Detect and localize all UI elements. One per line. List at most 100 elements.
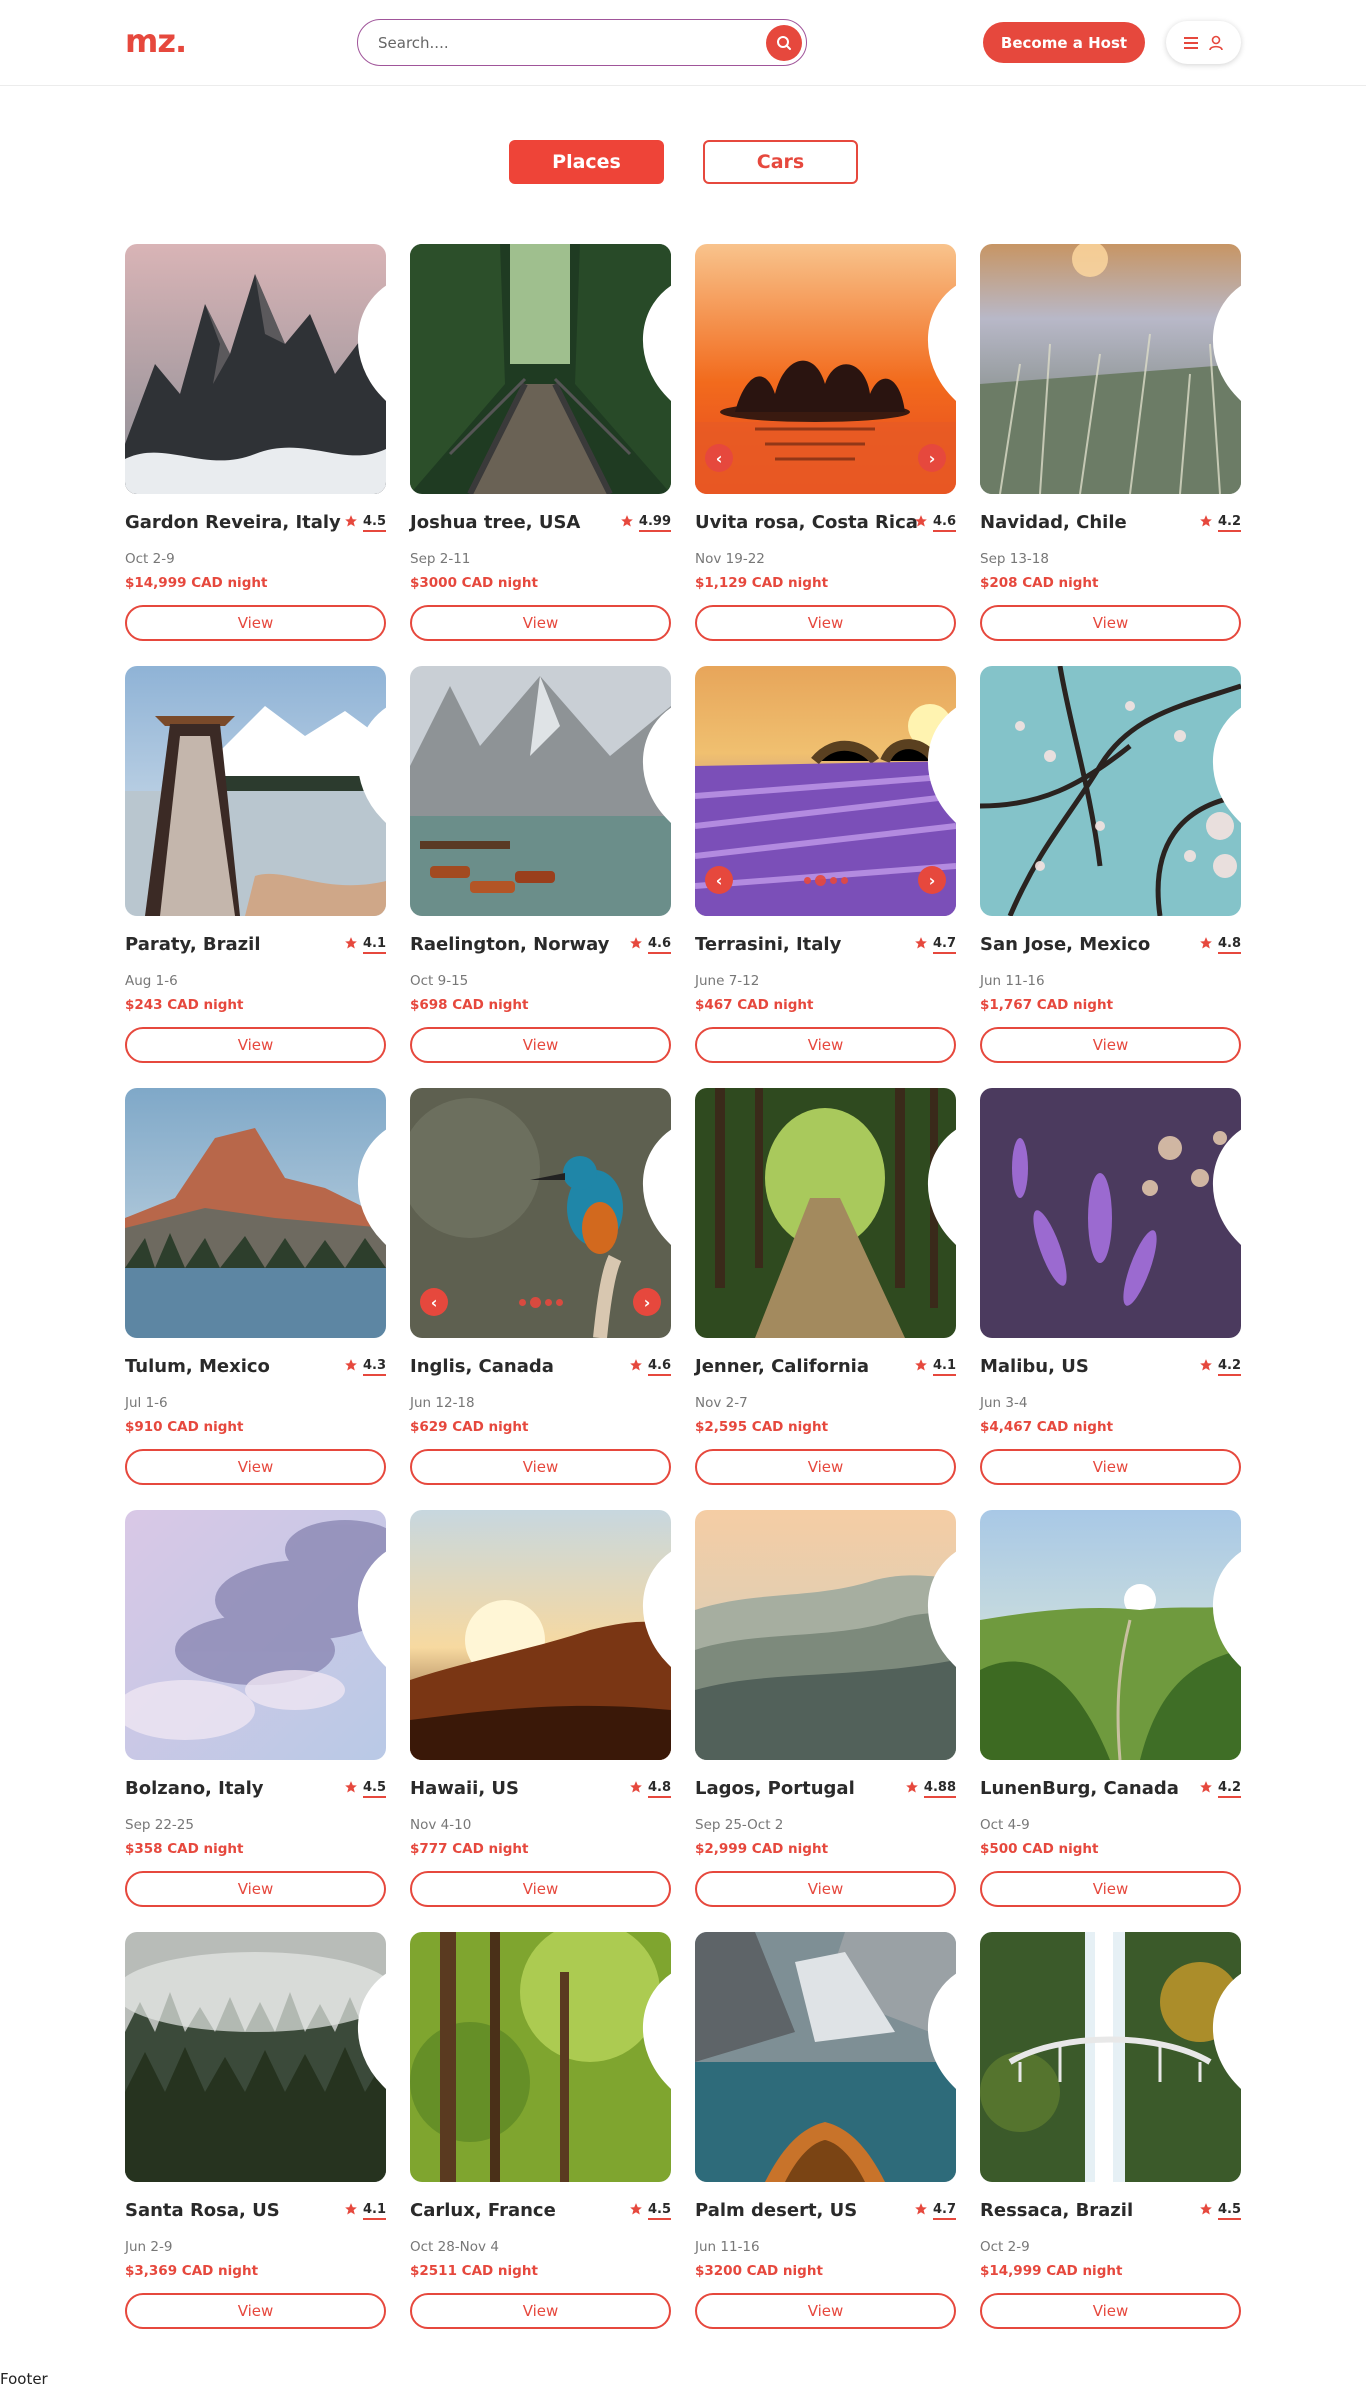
listing-card[interactable]: Lagos, Portugal 4.88 Sep 25-Oct 2 $2,999… bbox=[695, 1510, 956, 1910]
listing-image[interactable] bbox=[980, 1088, 1241, 1338]
view-button[interactable]: View bbox=[980, 2293, 1241, 2329]
listing-card[interactable]: Raelington, Norway 4.6 Oct 9-15 $698 CAD… bbox=[410, 666, 671, 1066]
listing-card[interactable]: ‹ › Uvita rosa, Costa Rica 4.6 Nov 19-22… bbox=[695, 244, 956, 644]
tab-cars[interactable]: Cars bbox=[703, 140, 858, 184]
view-button[interactable]: View bbox=[695, 2293, 956, 2329]
view-button[interactable]: View bbox=[410, 1027, 671, 1063]
favorite-heart-icon[interactable] bbox=[1209, 258, 1241, 401]
view-button[interactable]: View bbox=[125, 605, 386, 641]
favorite-heart-icon[interactable] bbox=[354, 1946, 386, 2089]
listing-image[interactable]: ‹ › bbox=[695, 666, 956, 916]
listing-image[interactable]: ‹ › bbox=[695, 244, 956, 494]
favorite-heart-icon[interactable] bbox=[1209, 1524, 1241, 1667]
listing-card[interactable]: Gardon Reveira, Italy 4.5 Oct 2-9 $14,99… bbox=[125, 244, 386, 644]
listing-image[interactable] bbox=[980, 244, 1241, 494]
next-image-button[interactable]: › bbox=[918, 444, 946, 472]
listing-card[interactable]: Palm desert, US 4.7 Jun 11-16 $3200 CAD … bbox=[695, 1932, 956, 2332]
favorite-heart-icon[interactable] bbox=[924, 1946, 956, 2089]
carousel-dot[interactable] bbox=[829, 877, 837, 884]
favorite-heart-icon[interactable] bbox=[924, 258, 956, 401]
listing-image[interactable]: ‹ › bbox=[410, 1088, 671, 1338]
view-button[interactable]: View bbox=[410, 1871, 671, 1907]
listing-card[interactable]: Malibu, US 4.2 Jun 3-4 $4,467 CAD night … bbox=[980, 1088, 1241, 1488]
view-button[interactable]: View bbox=[410, 605, 671, 641]
listing-card[interactable]: ‹ › Inglis, Canada 4.6 Jun 12-18 $629 CA… bbox=[410, 1088, 671, 1488]
favorite-heart-icon[interactable] bbox=[354, 1524, 386, 1667]
listing-card[interactable]: Paraty, Brazil 4.1 Aug 1-6 $243 CAD nigh… bbox=[125, 666, 386, 1066]
carousel-dot[interactable] bbox=[803, 877, 811, 884]
favorite-heart-icon[interactable] bbox=[1209, 1102, 1241, 1245]
favorite-heart-icon[interactable] bbox=[639, 1524, 671, 1667]
listing-image[interactable] bbox=[410, 244, 671, 494]
listing-image[interactable] bbox=[125, 244, 386, 494]
listing-image[interactable] bbox=[695, 1932, 956, 2182]
listing-image[interactable] bbox=[695, 1510, 956, 1760]
search-input[interactable] bbox=[378, 30, 748, 56]
search-button[interactable] bbox=[766, 25, 802, 61]
listing-dates: Nov 2-7 bbox=[695, 1395, 748, 1411]
listing-image[interactable] bbox=[125, 1510, 386, 1760]
favorite-heart-icon[interactable] bbox=[1209, 1946, 1241, 2089]
favorite-heart-icon[interactable] bbox=[1209, 680, 1241, 823]
view-button[interactable]: View bbox=[125, 1449, 386, 1485]
view-button[interactable]: View bbox=[980, 1871, 1241, 1907]
listing-price: $243 CAD night bbox=[125, 997, 244, 1013]
carousel-dot[interactable] bbox=[555, 1299, 563, 1306]
favorite-heart-icon[interactable] bbox=[354, 680, 386, 823]
prev-image-button[interactable]: ‹ bbox=[705, 444, 733, 472]
listing-card[interactable]: Carlux, France 4.5 Oct 28-Nov 4 $2511 CA… bbox=[410, 1932, 671, 2332]
listing-image[interactable] bbox=[980, 1932, 1241, 2182]
favorite-heart-icon[interactable] bbox=[354, 1102, 386, 1245]
tab-places[interactable]: Places bbox=[509, 140, 664, 184]
favorite-heart-icon[interactable] bbox=[639, 1946, 671, 2089]
view-button[interactable]: View bbox=[695, 1027, 956, 1063]
favorite-heart-icon[interactable] bbox=[924, 680, 956, 823]
listing-image[interactable] bbox=[695, 1088, 956, 1338]
listing-image[interactable] bbox=[980, 1510, 1241, 1760]
listing-card[interactable]: Navidad, Chile 4.2 Sep 13-18 $208 CAD ni… bbox=[980, 244, 1241, 644]
view-button[interactable]: View bbox=[695, 1449, 956, 1485]
view-button[interactable]: View bbox=[980, 1027, 1241, 1063]
favorite-heart-icon[interactable] bbox=[639, 258, 671, 401]
view-button[interactable]: View bbox=[410, 1449, 671, 1485]
carousel-dot[interactable] bbox=[518, 1299, 526, 1306]
view-button[interactable]: View bbox=[125, 2293, 386, 2329]
listing-card[interactable]: Santa Rosa, US 4.1 Jun 2-9 $3,369 CAD ni… bbox=[125, 1932, 386, 2332]
listing-image[interactable] bbox=[410, 666, 671, 916]
favorite-heart-icon[interactable] bbox=[354, 258, 386, 401]
listing-card[interactable]: Joshua tree, USA 4.99 Sep 2-11 $3000 CAD… bbox=[410, 244, 671, 644]
user-menu-button[interactable] bbox=[1166, 21, 1241, 64]
listing-image[interactable] bbox=[410, 1510, 671, 1760]
favorite-heart-icon[interactable] bbox=[639, 1102, 671, 1245]
listing-card[interactable]: Hawaii, US 4.8 Nov 4-10 $777 CAD night V… bbox=[410, 1510, 671, 1910]
become-host-button[interactable]: Become a Host bbox=[983, 22, 1145, 63]
listing-card[interactable]: San Jose, Mexico 4.8 Jun 11-16 $1,767 CA… bbox=[980, 666, 1241, 1066]
carousel-dot[interactable] bbox=[814, 875, 826, 886]
view-button[interactable]: View bbox=[980, 1449, 1241, 1485]
carousel-dot[interactable] bbox=[840, 877, 848, 884]
listing-image[interactable] bbox=[125, 666, 386, 916]
listing-image[interactable] bbox=[125, 1932, 386, 2182]
carousel-dot[interactable] bbox=[529, 1297, 541, 1308]
view-button[interactable]: View bbox=[125, 1871, 386, 1907]
listing-card[interactable]: LunenBurg, Canada 4.2 Oct 4-9 $500 CAD n… bbox=[980, 1510, 1241, 1910]
favorite-heart-icon[interactable] bbox=[639, 680, 671, 823]
view-button[interactable]: View bbox=[695, 1871, 956, 1907]
carousel-dot[interactable] bbox=[544, 1299, 552, 1306]
listing-card[interactable]: ‹ › Terrasini, Italy 4.7 June 7-12 $467 … bbox=[695, 666, 956, 1066]
favorite-heart-icon[interactable] bbox=[924, 1524, 956, 1667]
listing-image[interactable] bbox=[410, 1932, 671, 2182]
listing-card[interactable]: Bolzano, Italy 4.5 Sep 22-25 $358 CAD ni… bbox=[125, 1510, 386, 1910]
view-button[interactable]: View bbox=[695, 605, 956, 641]
listing-card[interactable]: Jenner, California 4.1 Nov 2-7 $2,595 CA… bbox=[695, 1088, 956, 1488]
site-logo[interactable]: mz. bbox=[125, 22, 187, 60]
listing-card[interactable]: Tulum, Mexico 4.3 Jul 1-6 $910 CAD night… bbox=[125, 1088, 386, 1488]
view-button[interactable]: View bbox=[125, 1027, 386, 1063]
listing-card[interactable]: Ressaca, Brazil 4.5 Oct 2-9 $14,999 CAD … bbox=[980, 1932, 1241, 2332]
view-button[interactable]: View bbox=[410, 2293, 671, 2329]
view-button[interactable]: View bbox=[980, 605, 1241, 641]
listing-image[interactable] bbox=[980, 666, 1241, 916]
favorite-heart-icon[interactable] bbox=[924, 1102, 956, 1245]
listing-image[interactable] bbox=[125, 1088, 386, 1338]
star-icon bbox=[344, 2202, 358, 2220]
